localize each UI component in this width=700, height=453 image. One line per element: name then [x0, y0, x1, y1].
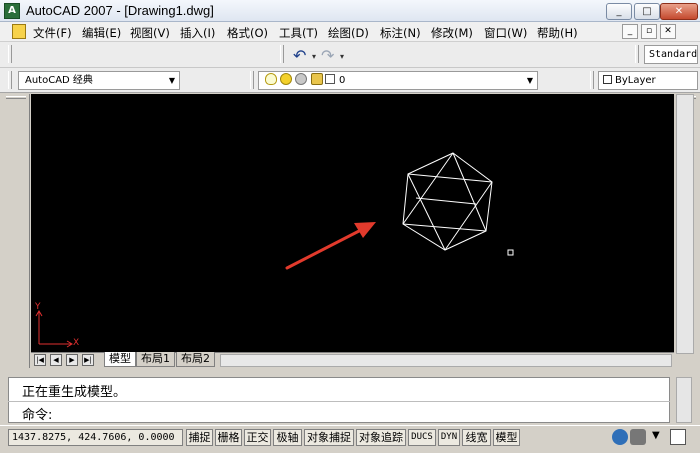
layer-name: 0	[339, 75, 346, 86]
ortho-toggle[interactable]: 正交	[244, 429, 271, 446]
text-style-select[interactable]: Standard	[644, 45, 698, 64]
left-dock	[0, 94, 30, 368]
redo-dropdown-icon[interactable]: ▾	[340, 52, 344, 61]
communication-center-icon[interactable]	[612, 429, 628, 445]
freeze-viewport-icon[interactable]	[295, 73, 307, 85]
next-tab-button[interactable]: ▶	[66, 354, 78, 366]
menu-bar: 文件(F) 编辑(E) 视图(V) 插入(I) 格式(O) 工具(T) 绘图(D…	[0, 22, 700, 42]
solid-edge	[444, 181, 493, 251]
toolbar-grip[interactable]	[635, 45, 639, 63]
menu-format[interactable]: 格式(O)	[227, 25, 268, 41]
color-swatch	[603, 75, 612, 84]
toolbar-grip[interactable]	[280, 45, 284, 63]
undo-dropdown-icon[interactable]: ▾	[312, 52, 316, 61]
polar-toggle[interactable]: 极轴	[273, 429, 302, 446]
model-toggle[interactable]: 模型	[493, 429, 520, 446]
mdi-close-button[interactable]: ✕	[660, 24, 676, 39]
mdi-restore-button[interactable]: ▫	[641, 24, 657, 39]
document-icon[interactable]	[12, 24, 26, 39]
first-tab-button[interactable]: |◀	[34, 354, 46, 366]
wireframe-solid[interactable]	[402, 152, 493, 251]
undo-icon[interactable]: ↶	[293, 46, 306, 65]
menu-view[interactable]: 视图(V)	[130, 25, 170, 41]
last-tab-button[interactable]: ▶|	[82, 354, 94, 366]
tab-layout1[interactable]: 布局1	[136, 352, 175, 367]
drawing-svg	[35, 152, 514, 348]
menu-modify[interactable]: 修改(M)	[431, 25, 473, 41]
color-value: ByLayer	[615, 75, 656, 86]
dock-grip[interactable]	[6, 96, 26, 99]
otrack-toggle[interactable]: 对象追踪	[356, 429, 406, 446]
maximize-button[interactable]: □	[634, 3, 660, 20]
lightbulb-icon[interactable]	[265, 73, 277, 85]
menu-window[interactable]: 窗口(W)	[484, 25, 527, 41]
toolbar-grip[interactable]	[250, 71, 254, 89]
status-menu-arrow-icon[interactable]: ▼	[652, 430, 660, 441]
ucs-x-label: X	[73, 338, 80, 348]
ucs-icon	[35, 310, 73, 348]
chevron-down-icon: ▼	[168, 76, 175, 85]
toolbar-grip[interactable]	[590, 71, 594, 89]
solid-edge	[402, 152, 454, 225]
redo-icon[interactable]: ↷	[321, 46, 334, 65]
command-separator	[8, 401, 670, 402]
minimize-button[interactable]: _	[606, 3, 632, 20]
menu-file[interactable]: 文件(F)	[33, 25, 72, 41]
toolbar-grip[interactable]	[8, 71, 12, 89]
standard-toolbar	[0, 42, 700, 68]
menu-dimension[interactable]: 标注(N)	[380, 25, 421, 41]
tab-model[interactable]: 模型	[104, 352, 136, 367]
menu-help[interactable]: 帮助(H)	[537, 25, 578, 41]
solid-edge	[402, 223, 487, 232]
menu-insert[interactable]: 插入(I)	[180, 25, 215, 41]
ducs-toggle[interactable]: DUCS	[408, 429, 436, 446]
drawing-canvas[interactable]: Y X	[31, 94, 674, 352]
ucs-y-label: Y	[35, 302, 41, 312]
solid-edge	[407, 173, 493, 183]
coordinates-readout[interactable]: 1437.8275, 424.7606, 0.0000	[8, 429, 183, 446]
vertical-scrollbar[interactable]	[676, 94, 694, 354]
color-select[interactable]: ByLayer	[598, 71, 698, 90]
dyn-toggle[interactable]: DYN	[438, 429, 460, 446]
tab-layout2[interactable]: 布局2	[176, 352, 215, 367]
cursor-pickbox	[507, 249, 514, 256]
horizontal-scrollbar[interactable]	[220, 354, 672, 367]
close-button[interactable]: ✕	[660, 3, 698, 20]
chevron-down-icon: ▼	[526, 76, 533, 85]
autocad-app-icon[interactable]: A	[4, 3, 20, 19]
prev-tab-button[interactable]: ◀	[50, 354, 62, 366]
command-history: 正在重生成模型。	[22, 385, 127, 400]
workspace-select[interactable]: AutoCAD 经典 ▼	[18, 71, 180, 90]
solid-edge	[415, 197, 477, 205]
command-scrollbar[interactable]	[676, 377, 692, 423]
snap-toggle[interactable]: 捕捉	[186, 429, 213, 446]
grid-toggle[interactable]: 栅格	[215, 429, 242, 446]
toolbar-grip[interactable]	[8, 45, 12, 63]
osnap-toggle[interactable]: 对象捕捉	[304, 429, 354, 446]
menu-edit[interactable]: 编辑(E)	[82, 25, 121, 41]
clean-screen-icon[interactable]	[670, 429, 686, 445]
menu-draw[interactable]: 绘图(D)	[328, 25, 369, 41]
annotation-arrow	[285, 222, 376, 270]
command-prompt[interactable]: 命令:	[22, 404, 52, 423]
lock-icon[interactable]	[311, 73, 323, 85]
layer-color-swatch	[325, 74, 335, 84]
menu-tools[interactable]: 工具(T)	[279, 25, 318, 41]
toolbar-lock-icon[interactable]	[630, 429, 646, 445]
title-bar: A AutoCAD 2007 - [Drawing1.dwg] _ □ ✕	[0, 0, 700, 22]
lineweight-toggle[interactable]: 线宽	[462, 429, 491, 446]
window-title: AutoCAD 2007 - [Drawing1.dwg]	[26, 3, 214, 18]
mdi-minimize-button[interactable]: _	[622, 24, 638, 39]
sun-icon[interactable]	[280, 73, 292, 85]
workspace-value: AutoCAD 经典	[25, 75, 93, 86]
